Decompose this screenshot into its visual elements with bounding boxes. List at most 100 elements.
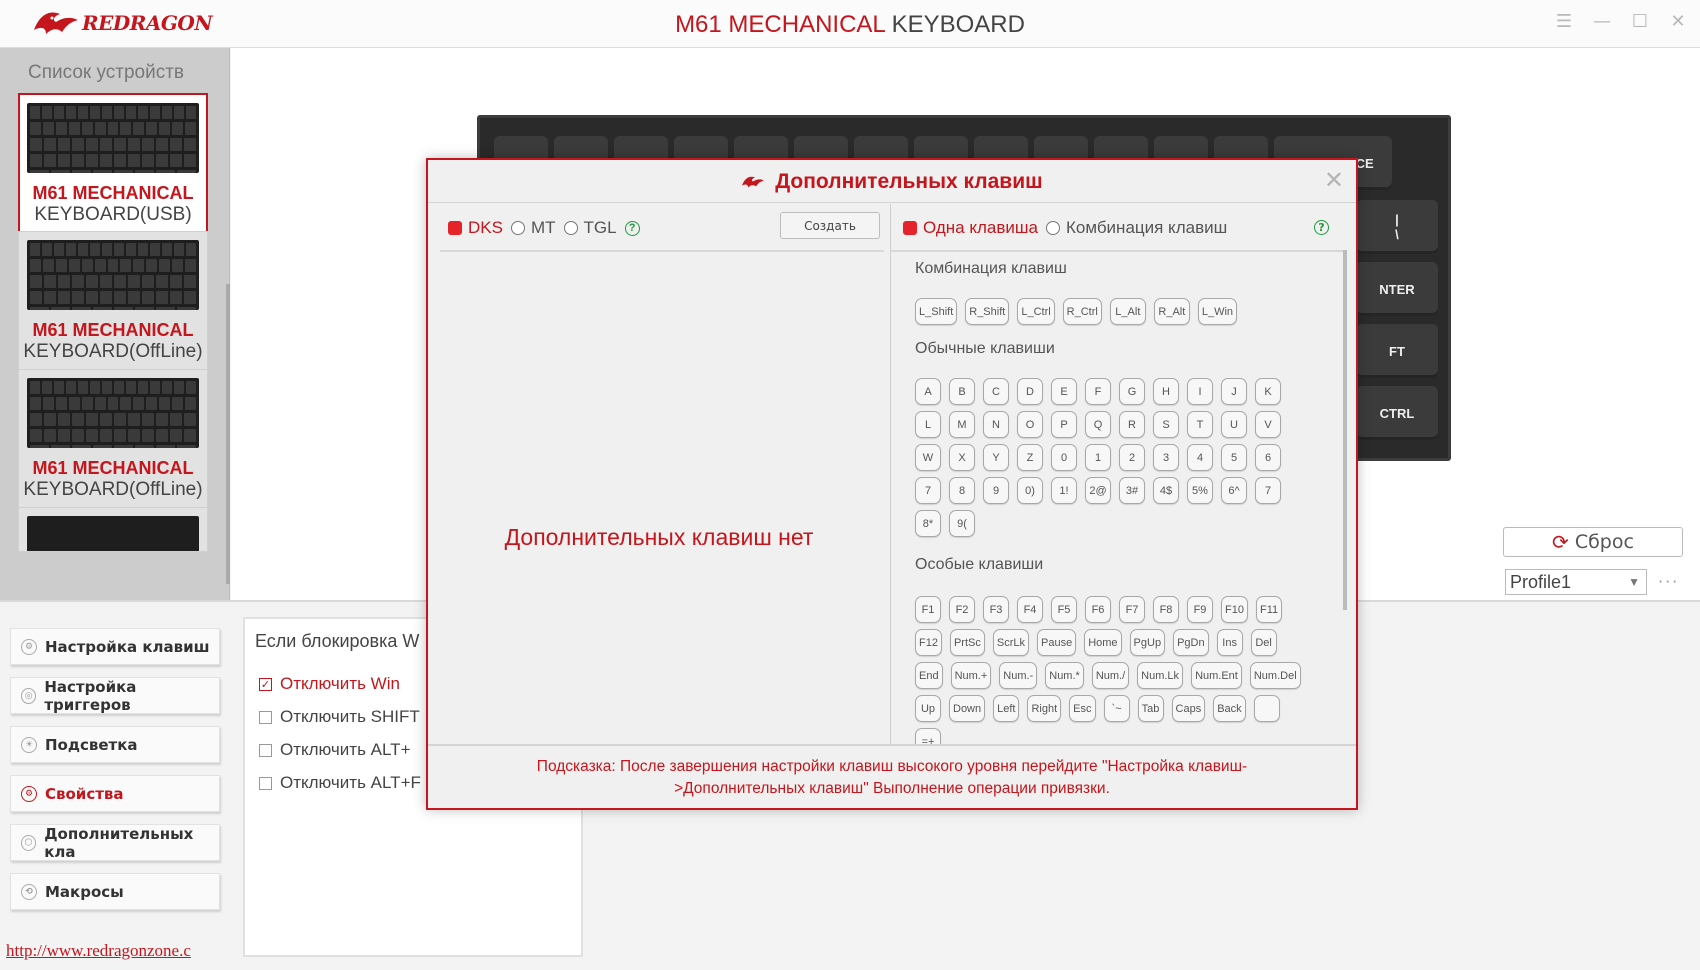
device-card[interactable]: M61 MECHANICAL KEYBOARD(OffLine) — [18, 369, 208, 509]
keycap-button[interactable]: Q — [1085, 411, 1111, 438]
keycap-button[interactable]: Pause — [1037, 629, 1077, 656]
help-icon[interactable]: ? — [1314, 220, 1329, 235]
create-button[interactable]: Создать — [780, 212, 880, 239]
keycap-button[interactable]: F7 — [1119, 596, 1145, 623]
keycap-button[interactable]: O — [1017, 411, 1043, 438]
keycap-button[interactable]: F — [1085, 378, 1111, 405]
keycap-button[interactable]: 0) — [1017, 477, 1043, 504]
keycap-button[interactable]: 3 — [1153, 444, 1179, 471]
keycap-button[interactable]: 5 — [1221, 444, 1247, 471]
nav-item[interactable]: ☀ Подсветка — [10, 726, 220, 763]
single-key-label[interactable]: Одна клавиша — [923, 218, 1038, 238]
combo-key-radio[interactable] — [1045, 221, 1060, 235]
keycap-button[interactable]: W — [915, 444, 941, 471]
keycap-button[interactable]: Home — [1084, 629, 1122, 656]
keycap-button[interactable]: L_Ctrl — [1017, 298, 1055, 325]
keycap-button[interactable]: X — [949, 444, 975, 471]
keycap-button[interactable]: F1 — [915, 596, 941, 623]
keycap-button[interactable]: Z — [1017, 444, 1043, 471]
option-checkbox-row[interactable]: Отключить ALT+F — [259, 773, 421, 793]
keycap-button[interactable]: Tab — [1137, 695, 1164, 722]
keycap-button[interactable]: F11 — [1255, 596, 1283, 623]
keycap-button[interactable]: 6^ — [1221, 477, 1247, 504]
keycap-button[interactable]: Num.Del — [1249, 662, 1301, 689]
combo-key-label[interactable]: Комбинация клавиш — [1066, 218, 1227, 238]
mode-radio-tgl[interactable] — [563, 221, 578, 235]
keycap-button[interactable]: Caps — [1171, 695, 1206, 722]
keycap-button[interactable]: R_Shift — [965, 298, 1010, 325]
device-card[interactable] — [18, 507, 208, 552]
keycap-button[interactable]: F8 — [1153, 596, 1179, 623]
keycap-button[interactable]: Ins — [1216, 629, 1243, 656]
keycap-button[interactable]: G — [1119, 378, 1145, 405]
close-icon[interactable]: ✕ — [1668, 12, 1688, 32]
keycap-button[interactable]: 2@ — [1085, 477, 1111, 504]
keycap-button[interactable]: 1 — [1085, 444, 1111, 471]
checkbox[interactable] — [259, 710, 272, 724]
keycap-button[interactable]: Up — [915, 695, 941, 722]
keycap-button[interactable]: R_Alt — [1153, 298, 1190, 325]
device-card[interactable]: M61 MECHANICAL KEYBOARD(USB) — [18, 93, 208, 233]
keycap-button[interactable]: 4 — [1187, 444, 1213, 471]
nav-item[interactable]: ⟲ Макросы — [10, 873, 220, 910]
keycap-button[interactable]: Back — [1213, 695, 1246, 722]
keycap-button[interactable]: T — [1187, 411, 1213, 438]
checkbox[interactable] — [259, 776, 272, 790]
help-icon[interactable]: ? — [624, 220, 640, 236]
keycap-button[interactable]: F12 — [915, 629, 942, 656]
keycap-button[interactable]: ScrLk — [992, 629, 1029, 656]
keycap-button[interactable]: C — [983, 378, 1009, 405]
keycap-button[interactable]: F6 — [1085, 596, 1111, 623]
keycap-button[interactable]: 7 — [1255, 477, 1281, 504]
website-link[interactable]: http://www.redragonzone.c — [6, 941, 228, 961]
keycap-button[interactable]: M — [949, 411, 975, 438]
keycap-button[interactable]: Num.Lk — [1137, 662, 1184, 689]
keycap-button[interactable]: B — [949, 378, 975, 405]
keycap-button[interactable]: 5% — [1187, 477, 1213, 504]
menu-icon[interactable]: ☰ — [1554, 12, 1574, 32]
keycap-button[interactable]: Left — [993, 695, 1020, 722]
keycap-button[interactable]: N — [983, 411, 1009, 438]
keycap-button[interactable]: L_Shift — [915, 298, 958, 325]
keycap-button[interactable]: PgDn — [1173, 629, 1209, 656]
keycap-button[interactable]: Num.Ent — [1191, 662, 1242, 689]
keycap-button[interactable]: 8 — [949, 477, 975, 504]
keycap-button[interactable]: `~ — [1103, 695, 1130, 722]
keycap-button[interactable]: 8* — [915, 510, 941, 537]
keycap-button[interactable]: 3# — [1119, 477, 1145, 504]
keycap-button[interactable]: R_Ctrl — [1062, 298, 1102, 325]
keycap-button[interactable]: F4 — [1017, 596, 1043, 623]
keycap-button[interactable]: End — [915, 662, 943, 689]
keycap-button[interactable]: 2 — [1119, 444, 1145, 471]
keycap-button[interactable]: PrtSc — [949, 629, 985, 656]
keycap-button[interactable]: L_Alt — [1109, 298, 1146, 325]
keycap-button[interactable]: 1! — [1051, 477, 1077, 504]
keycap-button[interactable] — [1253, 695, 1280, 722]
keycap-button[interactable]: Right — [1027, 695, 1062, 722]
keycap-button[interactable]: Esc — [1069, 695, 1096, 722]
keycap-button[interactable]: Num.+ — [950, 662, 992, 689]
keycap-button[interactable]: K — [1255, 378, 1281, 405]
keycap-button[interactable]: 0 — [1051, 444, 1077, 471]
keycap-button[interactable]: PgUp — [1129, 629, 1166, 656]
nav-item[interactable]: ⚙ Настройка клавиш — [10, 628, 220, 665]
maximize-icon[interactable]: ☐ — [1630, 12, 1650, 32]
mode-label-mt[interactable]: MT — [531, 218, 556, 238]
keycap-button[interactable]: S — [1153, 411, 1179, 438]
nav-item[interactable]: ◎ Настройка триггеров — [10, 677, 220, 714]
mode-radio-dks[interactable] — [448, 221, 462, 235]
close-icon[interactable]: ✕ — [1324, 168, 1344, 192]
keycap-button[interactable]: P — [1051, 411, 1077, 438]
keycap-button[interactable]: F5 — [1051, 596, 1077, 623]
keycap-button[interactable]: 9( — [949, 510, 975, 537]
more-options-icon[interactable]: ··· — [1658, 572, 1679, 591]
keycap-button[interactable]: J — [1221, 378, 1247, 405]
keycap-button[interactable]: Num.* — [1045, 662, 1084, 689]
minimize-icon[interactable]: — — [1592, 12, 1612, 32]
keycap-button[interactable]: 9 — [983, 477, 1009, 504]
keycap-button[interactable]: H — [1153, 378, 1179, 405]
option-checkbox-row[interactable]: Отключить ALT+ — [259, 740, 411, 760]
keycap-button[interactable]: F2 — [949, 596, 975, 623]
keycap-button[interactable]: Y — [983, 444, 1009, 471]
keycap-button[interactable]: U — [1221, 411, 1247, 438]
